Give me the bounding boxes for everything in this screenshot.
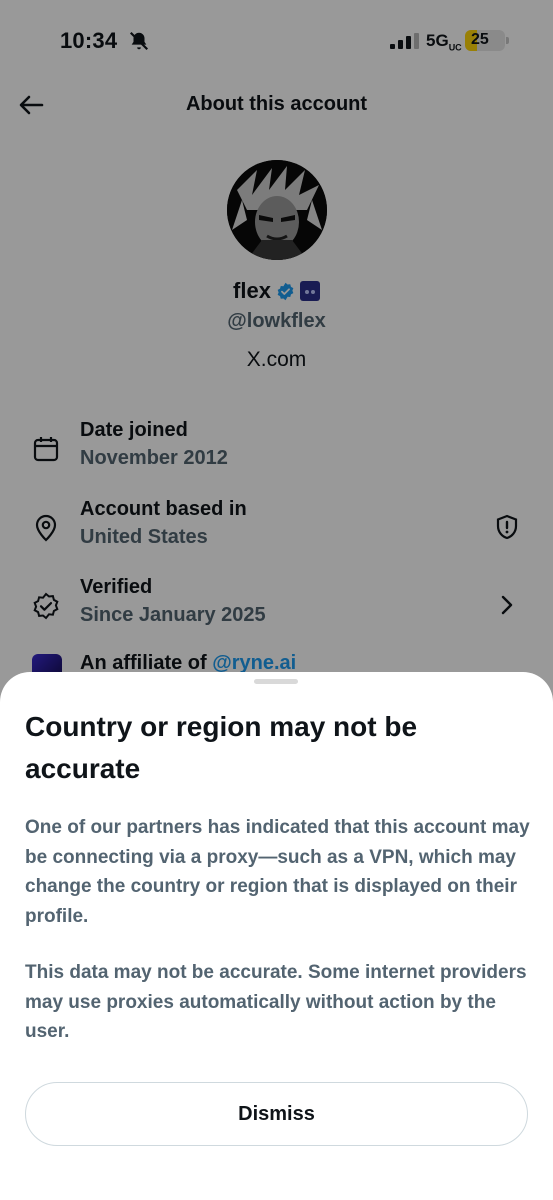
sheet-paragraph-1: One of our partners has indicated that t… xyxy=(25,817,530,927)
sheet-title: Country or region may not be accurate xyxy=(25,711,418,784)
dismiss-button[interactable]: Dismiss xyxy=(25,1082,528,1146)
sheet-drag-handle[interactable] xyxy=(254,679,298,684)
sheet-paragraph-2: This data may not be accurate. Some inte… xyxy=(25,962,527,1042)
bottom-sheet: Country or region may not be accurate On… xyxy=(0,672,553,1200)
